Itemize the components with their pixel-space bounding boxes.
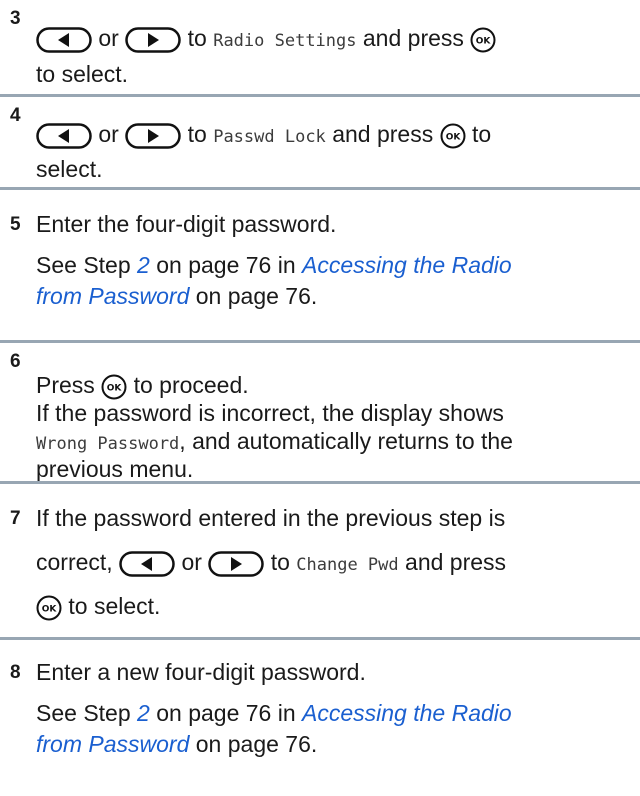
step-text: or — [98, 25, 119, 51]
step-text: See Step — [36, 252, 131, 278]
menu-item-name: Passwd Lock — [213, 127, 326, 147]
step-5: 5 Enter the four-digit password. See Ste… — [0, 190, 640, 340]
step-text: and press — [405, 549, 507, 575]
step-text: Press — [36, 372, 95, 398]
step-text: on page 76 in — [156, 700, 296, 726]
ok-button-icon: OK — [101, 374, 127, 400]
menu-item-name: Radio Settings — [213, 31, 357, 51]
topic-link[interactable]: from Password — [36, 283, 189, 309]
step-text: to select. — [36, 61, 129, 87]
svg-text:OK: OK — [476, 36, 492, 46]
step-text: to proceed. — [133, 372, 249, 398]
step-number: 5 — [10, 214, 21, 235]
step-text: to select. — [68, 593, 161, 619]
step-text: to — [471, 121, 492, 147]
step-6: 6 Press OK to proceed. If the password i… — [0, 343, 640, 482]
step-text: on page 76. — [195, 283, 318, 309]
step-text: to — [187, 121, 207, 147]
step-text: to — [187, 25, 207, 51]
topic-link[interactable]: Accessing the Radio — [302, 252, 512, 278]
step-3: 3 or to Radio Settings and press OK to s… — [0, 0, 640, 94]
right-arrow-button-icon — [125, 27, 181, 53]
ok-button-icon: OK — [470, 27, 496, 53]
ok-button-icon: OK — [36, 595, 62, 621]
topic-link[interactable]: from Password — [36, 731, 189, 757]
left-arrow-button-icon — [36, 123, 92, 149]
step-text: correct, — [36, 549, 113, 575]
step-8: 8 Enter a new four-digit password. See S… — [0, 640, 640, 796]
right-arrow-button-icon — [125, 123, 181, 149]
step-text: select. — [36, 156, 103, 182]
step-number: 3 — [10, 8, 21, 29]
menu-item-name: Change Pwd — [296, 555, 399, 575]
step-text: on page 76 in — [156, 252, 296, 278]
step-number: 8 — [10, 662, 21, 683]
step-text: If the password entered in the previous … — [36, 505, 506, 531]
step-number: 6 — [10, 351, 21, 372]
step-text: or — [98, 121, 119, 147]
step-number: 4 — [10, 105, 21, 126]
step-text: and press — [362, 25, 464, 51]
step-link[interactable]: 2 — [137, 252, 150, 278]
topic-link[interactable]: Accessing the Radio — [302, 700, 512, 726]
step-link[interactable]: 2 — [137, 700, 150, 726]
svg-text:OK: OK — [445, 132, 461, 142]
display-message: Wrong Password — [36, 434, 180, 454]
step-text: to — [270, 549, 290, 575]
ok-button-icon: OK — [440, 123, 466, 149]
left-arrow-button-icon — [36, 27, 92, 53]
step-text: or — [181, 549, 202, 575]
step-text: If the password is incorrect, the displa… — [36, 400, 504, 426]
step-text: Enter the four-digit password. — [36, 211, 337, 237]
svg-text:OK: OK — [42, 604, 58, 614]
right-arrow-button-icon — [208, 551, 265, 577]
left-arrow-button-icon — [119, 551, 175, 577]
step-text: See Step — [36, 700, 131, 726]
svg-text:OK: OK — [107, 383, 123, 393]
step-text: Enter a new four-digit password. — [36, 659, 366, 685]
step-7: 7 If the password entered in the previou… — [0, 484, 640, 637]
step-number: 7 — [10, 508, 21, 529]
step-text: , and automatically returns to the — [179, 428, 513, 454]
step-text: on page 76. — [195, 731, 318, 757]
step-text: previous menu. — [36, 456, 194, 482]
step-text: and press — [332, 121, 434, 147]
step-4: 4 or to Passwd Lock and press OK to sele… — [0, 97, 640, 187]
